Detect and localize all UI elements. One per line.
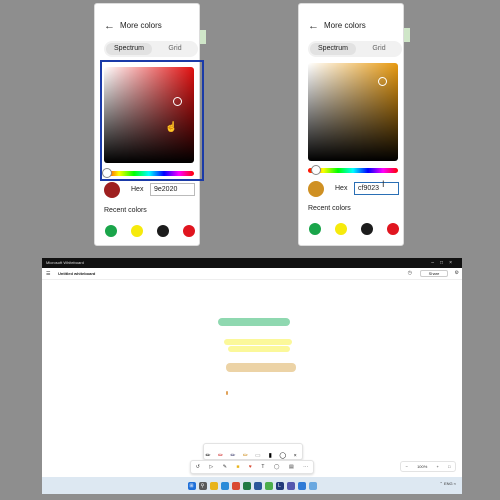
board-edge-strip	[200, 30, 206, 44]
current-color-swatch	[308, 181, 324, 197]
close-tray-icon[interactable]: ×	[291, 453, 299, 459]
ink-stroke-green[interactable]	[218, 318, 290, 326]
pen-blue-icon[interactable]: ✏	[229, 452, 237, 459]
recent-color-swatch[interactable]	[105, 225, 117, 237]
zoom-in-icon[interactable]: +	[436, 464, 438, 469]
browser-icon[interactable]	[220, 481, 229, 490]
recent-color-swatch[interactable]	[309, 223, 321, 235]
system-tray[interactable]: ⌃ ENG ≈	[440, 481, 456, 486]
hex-input[interactable]: cf9023	[354, 182, 399, 195]
ink-stroke-yellow[interactable]	[224, 339, 292, 345]
recent-color-swatch[interactable]	[335, 223, 347, 235]
text-cursor-icon: I	[382, 179, 385, 189]
menu-icon[interactable]: ☰	[46, 271, 50, 277]
highlight-frame	[100, 60, 204, 181]
highlighter-icon[interactable]: ✏	[241, 452, 249, 459]
pen-tray: ✏ ✏ ✏ ✏ ▭ ▮ ◯ ×	[203, 443, 303, 460]
ruler-icon[interactable]: ▮	[266, 452, 274, 459]
recent-color-swatch[interactable]	[157, 225, 169, 237]
hex-label: Hex	[335, 185, 348, 192]
whiteboard-icon[interactable]	[297, 481, 306, 490]
color-picker-panel-right: ← More colors Spectrum Grid Hex cf9023 I…	[298, 3, 404, 246]
bottom-toolbar: ↺ ▷ ✎ ■ ♥ T ◯ ▤ ⋯	[190, 460, 314, 474]
hue-slider-knob[interactable]	[311, 165, 321, 175]
tab-grid[interactable]: Grid	[358, 43, 400, 55]
recent-colors-label: Recent colors	[308, 205, 351, 212]
recent-color-swatch[interactable]	[131, 225, 143, 237]
pin-icon[interactable]	[308, 481, 317, 490]
shapes-icon[interactable]: ◯	[274, 464, 280, 470]
share-button[interactable]: Share	[420, 270, 448, 277]
mode-switch: Spectrum Grid	[308, 41, 402, 57]
teams-icon[interactable]	[286, 481, 295, 490]
settings-gear-icon[interactable]: ⚙	[455, 270, 459, 276]
select-icon[interactable]: ▷	[209, 464, 213, 470]
sticky-note-icon[interactable]: ■	[236, 464, 239, 470]
hex-input[interactable]: 9e2020	[150, 183, 195, 196]
undo-icon[interactable]: ↺	[196, 464, 200, 470]
recent-color-swatch[interactable]	[361, 223, 373, 235]
start-icon[interactable]: ⊞	[187, 481, 196, 490]
image-icon[interactable]: ▤	[289, 464, 294, 470]
hex-label: Hex	[131, 186, 144, 193]
ink-stroke-beige[interactable]	[226, 363, 296, 372]
tab-spectrum[interactable]: Spectrum	[310, 43, 356, 55]
doc-title[interactable]: Untitled whiteboard	[58, 271, 95, 276]
zoom-out-icon[interactable]: −	[406, 464, 408, 469]
pen-red-icon[interactable]: ✏	[216, 452, 224, 459]
timer-icon[interactable]: ◷	[408, 270, 412, 276]
back-arrow-icon[interactable]: ←	[308, 20, 319, 32]
wifi-icon[interactable]: ≈	[454, 481, 456, 486]
recent-color-swatch[interactable]	[387, 223, 399, 235]
ink-stroke-yellow[interactable]	[228, 346, 290, 352]
back-arrow-icon[interactable]: ←	[104, 20, 115, 32]
pen-black-icon[interactable]: ✏	[204, 452, 212, 459]
panel-title: More colors	[324, 21, 366, 30]
language-indicator[interactable]: ENG	[444, 481, 453, 486]
app-bar: ☰ Untitled whiteboard ◷ Share ⚙	[42, 268, 462, 280]
window-title: Microsoft Whiteboard	[46, 260, 84, 265]
text-icon[interactable]: T	[261, 464, 264, 470]
app-l-icon[interactable]: L	[275, 481, 284, 490]
color-selector-handle[interactable]	[378, 77, 387, 86]
board-edge-strip	[404, 28, 410, 42]
excel-icon[interactable]	[242, 481, 251, 490]
mode-switch: Spectrum Grid	[104, 41, 198, 57]
zoom-level: 100%	[417, 464, 428, 469]
tab-grid[interactable]: Grid	[154, 43, 196, 55]
ink-dot-orange[interactable]	[226, 391, 228, 395]
title-bar: Microsoft Whiteboard –□×	[42, 258, 462, 268]
recent-colors-label: Recent colors	[104, 207, 147, 214]
inking-icon[interactable]: ✎	[223, 464, 227, 470]
current-color-swatch	[104, 182, 120, 198]
zoom-controls: − 100% + □	[400, 461, 456, 472]
more-icon[interactable]: ⋯	[303, 464, 308, 470]
panel-title: More colors	[120, 21, 162, 30]
tab-spectrum[interactable]: Spectrum	[106, 43, 152, 55]
explorer-icon[interactable]	[209, 481, 218, 490]
window-controls[interactable]: –□×	[431, 258, 458, 268]
recent-color-swatch[interactable]	[183, 225, 195, 237]
lasso-icon[interactable]: ◯	[279, 452, 287, 459]
chevron-up-icon[interactable]: ⌃	[440, 481, 443, 486]
hue-slider[interactable]	[308, 168, 398, 173]
taskbar: ⊞ ⚲ L ⌃ ENG ≈	[42, 477, 462, 494]
chrome-icon[interactable]	[231, 481, 240, 490]
fit-screen-icon[interactable]: □	[448, 464, 450, 469]
word-icon[interactable]	[253, 481, 262, 490]
reaction-icon[interactable]: ♥	[249, 464, 252, 470]
eraser-icon[interactable]: ▭	[254, 452, 262, 459]
search-icon[interactable]: ⚲	[198, 481, 207, 490]
app-icon[interactable]	[264, 481, 273, 490]
